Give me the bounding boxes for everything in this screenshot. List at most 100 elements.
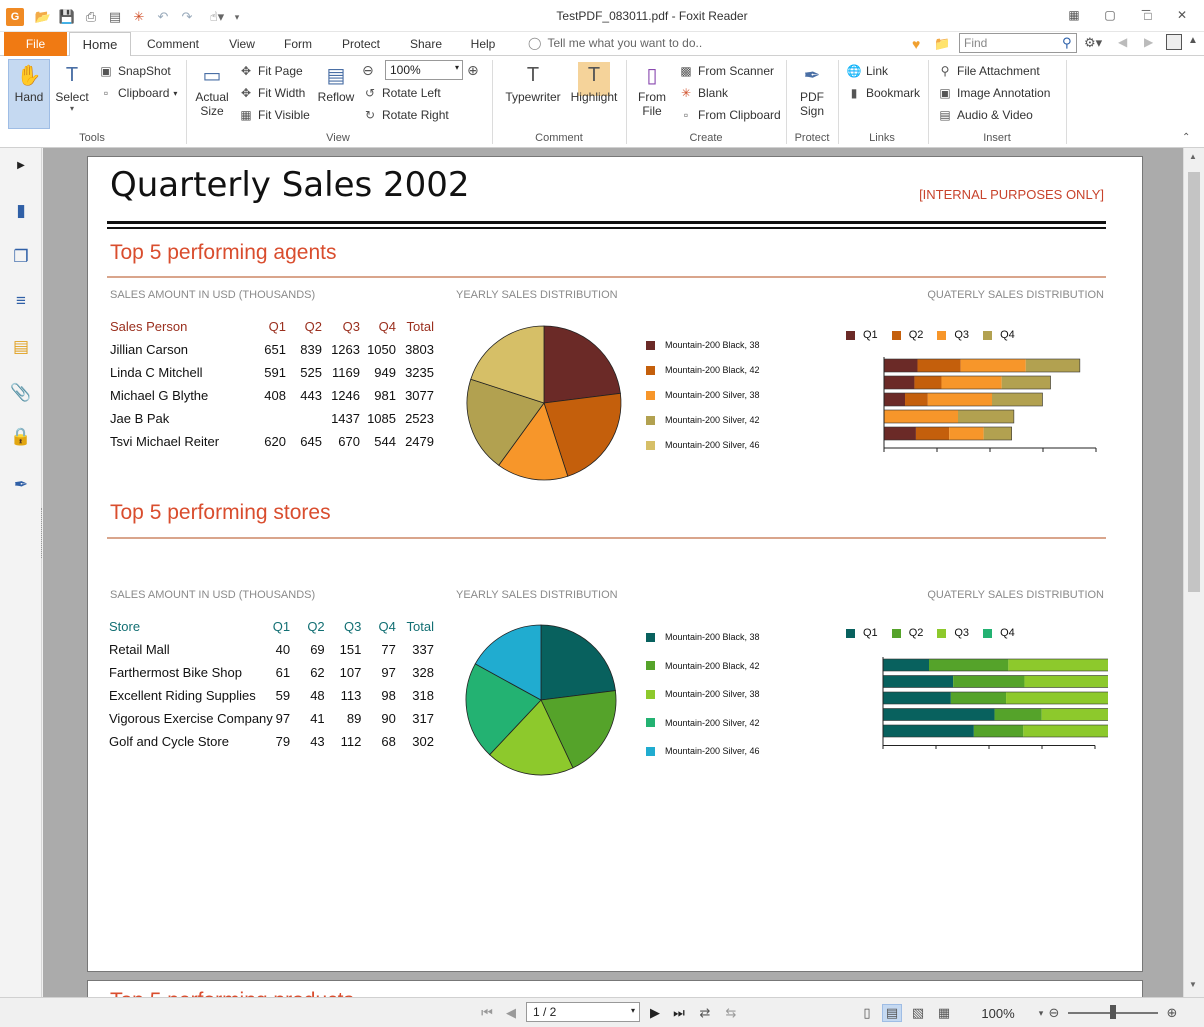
collapse-ribbon-icon[interactable]: ▲ — [1188, 35, 1198, 46]
close-icon[interactable]: ✕ — [1172, 6, 1192, 24]
snapshot-button[interactable]: ▣ SnapShot — [98, 62, 170, 80]
file-attachment-button[interactable]: ⚲ File Attachment — [937, 62, 1040, 80]
heart-icon[interactable]: ♥ — [912, 36, 920, 52]
tab-comment[interactable]: Comment — [140, 32, 206, 56]
table-header: Q4 — [378, 619, 396, 634]
select-button[interactable]: T Select ▾ — [54, 62, 90, 114]
hand-button[interactable]: ✋ Hand — [12, 62, 46, 105]
zoom-in-icon[interactable]: ⊕ — [467, 62, 479, 79]
single-page-icon[interactable]: ▯ — [858, 1004, 876, 1022]
typewriter-button[interactable]: T Typewriter — [500, 62, 566, 105]
legend-label: Q2 — [908, 627, 924, 639]
continuous-facing-icon[interactable]: ▦ — [934, 1004, 954, 1022]
cell-value: 89 — [346, 711, 362, 726]
tab-form[interactable]: Form — [278, 32, 318, 56]
comments-panel-icon[interactable]: ▤ — [11, 336, 31, 358]
tell-me-text: Tell me what you want to do.. — [547, 36, 703, 50]
settings-gear-icon[interactable]: ⚙▾ — [1084, 35, 1102, 51]
fit-visible-button[interactable]: ▦ Fit Visible — [238, 106, 309, 124]
reflow-button[interactable]: ▤ Reflow — [316, 62, 356, 105]
pages-panel-icon[interactable]: ❐ — [11, 246, 31, 268]
minimize-ribbon-icon[interactable]: ▢ — [1100, 6, 1120, 24]
from-file-button[interactable]: ▯ From File — [634, 62, 670, 119]
prev-page-icon[interactable]: ◀ — [502, 1004, 520, 1022]
continuous-page-icon[interactable]: ▤ — [882, 1004, 902, 1022]
tab-protect[interactable]: Protect — [333, 32, 389, 56]
find-folder-icon[interactable]: 📁 — [934, 36, 950, 52]
audio-video-button[interactable]: ▤ Audio & Video — [937, 106, 1033, 124]
prev-result-icon[interactable]: ◀ — [1118, 35, 1127, 49]
previous-view-icon[interactable]: ⇄ — [696, 1004, 714, 1022]
fit-width-button[interactable]: ✥ Fit Width — [238, 84, 305, 102]
image-annotation-button[interactable]: ▣ Image Annotation — [937, 84, 1050, 102]
tab-share[interactable]: Share — [404, 32, 448, 56]
scanner-icon: ▩ — [680, 64, 692, 78]
links-group-label: Links — [869, 132, 895, 144]
collapse-up-icon[interactable]: ⌃ — [1182, 132, 1190, 143]
legend-label: Mountain-200 Silver, 38 — [665, 689, 760, 699]
facing-page-icon[interactable]: ▧ — [908, 1004, 928, 1022]
bar-segment — [883, 708, 995, 721]
cell-value: 98 — [381, 688, 396, 703]
next-result-icon[interactable]: ▶ — [1144, 35, 1153, 49]
actual-size-button[interactable]: ▭ Actual Size — [192, 62, 232, 119]
zoom-level[interactable]: 100% — [978, 1004, 1018, 1022]
find-input[interactable]: Find — [959, 33, 1077, 53]
comment-group-label: Comment — [535, 132, 583, 144]
search-icon[interactable]: ⚲ — [1062, 35, 1072, 51]
bookmark-button[interactable]: ▮ Bookmark — [846, 84, 920, 102]
legend-label: Mountain-200 Silver, 42 — [665, 717, 760, 728]
tell-me-box[interactable]: ◯ Tell me what you want to do.. — [528, 36, 702, 50]
rotate-right-button[interactable]: ↻ Rotate Right — [362, 106, 449, 124]
tab-help[interactable]: Help — [464, 32, 502, 56]
zoom-out-icon[interactable]: ⊖ — [362, 62, 374, 79]
pdf-sign-button[interactable]: ✒ PDF Sign — [794, 62, 830, 119]
highlight-button[interactable]: T Highlight — [568, 62, 620, 105]
zoom-out-icon[interactable]: ⊖ — [1046, 1004, 1062, 1022]
rotate-left-button[interactable]: ↺ Rotate Left — [362, 84, 441, 102]
clipboard-button[interactable]: ▫ Clipboard ▾ — [98, 84, 178, 102]
zoom-combo[interactable]: 100% ▾ — [385, 60, 463, 80]
from-clipboard-button[interactable]: ▫ From Clipboard — [678, 106, 781, 124]
attachments-panel-icon[interactable]: 📎 — [10, 382, 31, 404]
legend-swatch — [646, 689, 655, 699]
expand-panel-icon[interactable]: ▶ — [11, 154, 31, 176]
highlight-icon: T — [587, 63, 601, 86]
signature-panel-icon[interactable]: ✒ — [11, 474, 31, 496]
legend-swatch — [646, 661, 655, 670]
link-button[interactable]: 🌐 Link — [846, 62, 889, 80]
document-viewer[interactable]: Quarterly Sales 2002 [INTERNAL PURPOSES … — [43, 148, 1183, 997]
agents-pie-chart — [466, 325, 622, 481]
layers-panel-icon[interactable]: ≡ — [11, 290, 31, 312]
from-scanner-button[interactable]: ▩ From Scanner — [678, 62, 774, 80]
first-page-icon[interactable]: ⏮ — [478, 1004, 496, 1022]
cell-value: 981 — [374, 388, 396, 403]
next-page-icon[interactable]: ▶ — [646, 1004, 664, 1022]
tab-view[interactable]: View — [222, 32, 262, 56]
fit-page-button[interactable]: ✥ Fit Page — [238, 62, 303, 80]
zoom-slider-knob[interactable] — [1110, 1005, 1116, 1019]
security-lock-icon[interactable]: 🔒 — [10, 426, 31, 448]
section-stores-title: Top 5 performing stores — [110, 501, 331, 524]
scroll-up-icon[interactable]: ▲ — [1189, 152, 1197, 161]
scrollbar-thumb[interactable] — [1188, 172, 1200, 592]
agents-bar-legend: Q1 Q2 Q3 Q4 — [846, 329, 1015, 341]
next-view-icon[interactable]: ⇆ — [722, 1004, 740, 1022]
zoom-in-icon[interactable]: ⊕ — [1164, 1004, 1180, 1022]
title-rule — [107, 227, 1106, 229]
blank-button[interactable]: ✳ Blank — [678, 84, 728, 102]
user-avatar-icon[interactable] — [1166, 34, 1182, 50]
vertical-scrollbar[interactable]: ▲ ▼ — [1183, 148, 1204, 997]
fit-page-icon: ✥ — [240, 64, 252, 78]
layout-icon[interactable]: ▦ — [1064, 6, 1084, 24]
restore-icon[interactable]: □ — [1138, 7, 1158, 25]
legend-swatch — [937, 628, 947, 638]
tab-home[interactable]: Home — [69, 32, 131, 57]
legend-label: Mountain-200 Silver, 46 — [665, 440, 760, 450]
bookmark-panel-icon[interactable]: ▮ — [11, 200, 31, 222]
page-number-input[interactable]: 1 / 2 ▾ — [526, 1002, 640, 1022]
last-page-icon[interactable]: ⏭ — [670, 1004, 688, 1022]
tab-file[interactable]: File — [4, 32, 67, 56]
scroll-down-icon[interactable]: ▼ — [1189, 980, 1197, 989]
insert-group-label: Insert — [983, 132, 1011, 144]
